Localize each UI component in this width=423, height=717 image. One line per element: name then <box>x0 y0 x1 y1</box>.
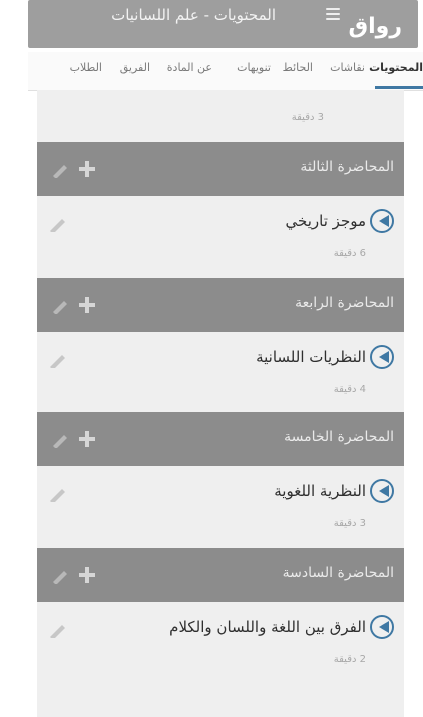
section-title: المحاضرة الثالثة <box>300 159 394 175</box>
lesson-item[interactable]: موجز تاريخي 6 دقيقة <box>37 200 404 270</box>
edit-icon[interactable] <box>48 486 68 502</box>
lesson-item[interactable]: النظريات اللسانية 4 دقيقة <box>37 336 404 406</box>
lesson-title[interactable]: موجز تاريخي <box>286 212 366 230</box>
course-contents: 3 دقيقة المحاضرة الثالثة موجز تاريخي 6 د… <box>37 90 404 717</box>
tab-about-course[interactable]: عن المادة <box>167 61 212 74</box>
play-icon[interactable] <box>370 345 394 369</box>
plus-icon <box>79 161 95 177</box>
lesson-item[interactable]: الفرق بين اللغة واللسان والكلام 2 دقيقة <box>37 606 404 676</box>
play-icon[interactable] <box>370 615 394 639</box>
lesson-item[interactable]: 3 دقيقة <box>37 90 404 144</box>
lesson-duration: 4 دقيقة <box>333 384 366 395</box>
section-actions <box>51 296 107 315</box>
active-tab-indicator <box>375 86 423 89</box>
top-app-bar: المحتويات - علم اللسانيات رواق <box>28 0 418 48</box>
tab-discussions[interactable]: نقاشات <box>330 61 365 74</box>
section-header: المحاضرة الخامسة <box>37 412 404 466</box>
tab-students[interactable]: الطلاب <box>70 61 102 74</box>
tab-contents[interactable]: المحتويات <box>369 61 423 74</box>
section-title: المحاضرة الرابعة <box>295 295 394 311</box>
section-title: المحاضرة السادسة <box>282 565 394 581</box>
edit-icon[interactable] <box>48 622 68 638</box>
lesson-title[interactable]: الفرق بين اللغة واللسان والكلام <box>169 618 366 636</box>
section-action-icons <box>53 431 95 449</box>
section-header: المحاضرة الرابعة <box>37 278 404 332</box>
lesson-title[interactable]: النظريات اللسانية <box>256 348 366 366</box>
edit-icon <box>53 435 67 449</box>
section-actions <box>51 566 107 585</box>
plus-icon <box>79 297 95 313</box>
tab-team[interactable]: الفريق <box>120 61 150 74</box>
play-icon[interactable] <box>370 479 394 503</box>
section-action-icons <box>53 567 95 585</box>
lesson-duration: 6 دقيقة <box>333 248 366 259</box>
plus-icon <box>79 567 95 583</box>
tab-announcements[interactable]: تنويهات <box>237 61 271 74</box>
lesson-item[interactable]: النظرية اللغوية 3 دقيقة <box>37 470 404 540</box>
section-header: المحاضرة السادسة <box>37 548 404 602</box>
app-logo: رواق <box>348 14 402 39</box>
edit-icon <box>53 571 67 585</box>
menu-icon[interactable] <box>326 8 340 20</box>
section-header: المحاضرة الثالثة <box>37 142 404 196</box>
edit-icon[interactable] <box>48 352 68 368</box>
lesson-duration: 3 دقيقة <box>333 518 366 529</box>
section-actions <box>51 160 107 179</box>
section-action-icons <box>53 161 95 179</box>
tab-wall[interactable]: الحائط <box>283 61 313 74</box>
section-title: المحاضرة الخامسة <box>284 429 394 445</box>
edit-icon <box>53 301 67 315</box>
plus-icon <box>79 431 95 447</box>
section-actions <box>51 430 107 449</box>
lesson-duration: 3 دقيقة <box>291 112 324 123</box>
play-icon[interactable] <box>370 209 394 233</box>
lesson-title[interactable]: النظرية اللغوية <box>274 482 366 500</box>
section-action-icons <box>53 297 95 315</box>
edit-icon <box>53 165 67 179</box>
app-screen: المحتويات - علم اللسانيات رواق المحتويات… <box>0 0 423 717</box>
lesson-duration: 2 دقيقة <box>333 654 366 665</box>
edit-icon[interactable] <box>48 216 68 232</box>
page-title: المحتويات - علم اللسانيات <box>111 6 276 24</box>
tab-bar: المحتويات نقاشات الحائط تنويهات عن الماد… <box>28 52 423 91</box>
